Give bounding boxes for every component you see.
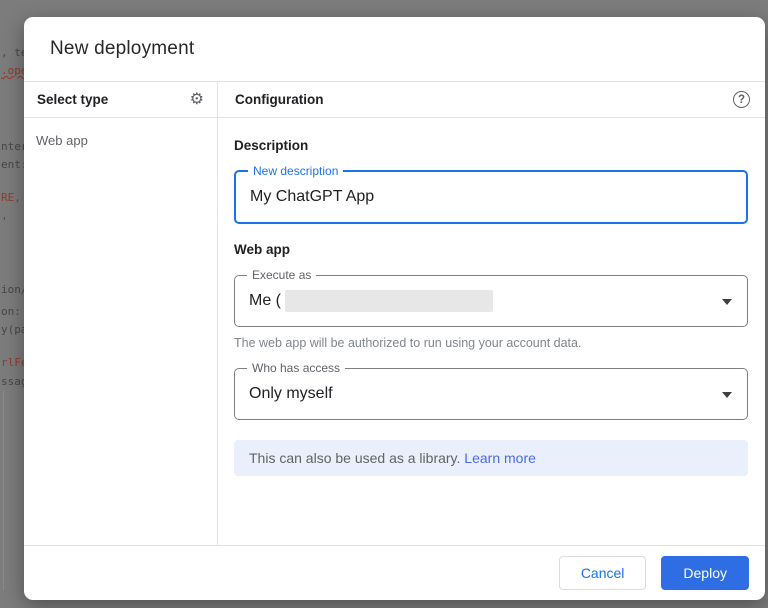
execute-as-value: Me ( <box>249 292 281 309</box>
execute-as-helper-text: The web app will be authorized to run us… <box>234 336 582 350</box>
deploy-button[interactable]: Deploy <box>661 556 749 590</box>
description-heading: Description <box>234 138 309 153</box>
dropdown-arrow-icon <box>722 392 732 398</box>
help-icon[interactable]: ? <box>733 91 750 108</box>
new-deployment-dialog: New deployment Select type ⚙ Configurati… <box>24 17 765 600</box>
dialog-footer: Cancel Deploy <box>24 545 765 600</box>
dialog-title: New deployment <box>50 38 195 59</box>
new-description-label: New description <box>248 164 344 179</box>
dialog-body: Web app Description New description Web … <box>24 118 765 545</box>
library-note: This can also be used as a library. Lear… <box>234 440 748 476</box>
editor-gutter-line <box>3 390 4 590</box>
configuration-label: Configuration <box>235 92 324 107</box>
settings-icon[interactable]: ⚙ <box>190 91 204 108</box>
background-code-fragment: on: <box>1 305 21 318</box>
configuration-header: Configuration ? <box>218 82 765 117</box>
learn-more-link[interactable]: Learn more <box>464 450 536 466</box>
new-description-field[interactable]: New description <box>234 164 748 224</box>
execute-as-select[interactable]: Execute as Me ( <box>234 268 748 327</box>
background-code-fragment: ' <box>1 215 8 228</box>
new-description-input[interactable] <box>236 172 746 222</box>
deployment-type-list: Web app <box>24 118 218 545</box>
who-has-access-value: Only myself <box>249 385 333 402</box>
who-has-access-select[interactable]: Who has access Only myself <box>234 361 748 420</box>
type-item-web-app[interactable]: Web app <box>36 133 205 148</box>
panel-headers: Select type ⚙ Configuration ? <box>24 81 765 118</box>
redacted-email <box>285 290 493 312</box>
dialog-title-bar: New deployment <box>24 17 765 81</box>
select-type-header: Select type ⚙ <box>24 82 218 117</box>
web-app-heading: Web app <box>234 242 291 257</box>
dropdown-arrow-icon <box>722 299 732 305</box>
select-type-label: Select type <box>37 92 109 107</box>
library-note-text: This can also be used as a library. <box>249 450 465 466</box>
execute-as-label: Execute as <box>247 268 317 283</box>
who-has-access-label: Who has access <box>247 361 346 376</box>
configuration-panel: Description New description Web app Exec… <box>218 118 765 545</box>
cancel-button[interactable]: Cancel <box>558 556 647 590</box>
background-code-fragment: RE, <box>1 191 21 204</box>
